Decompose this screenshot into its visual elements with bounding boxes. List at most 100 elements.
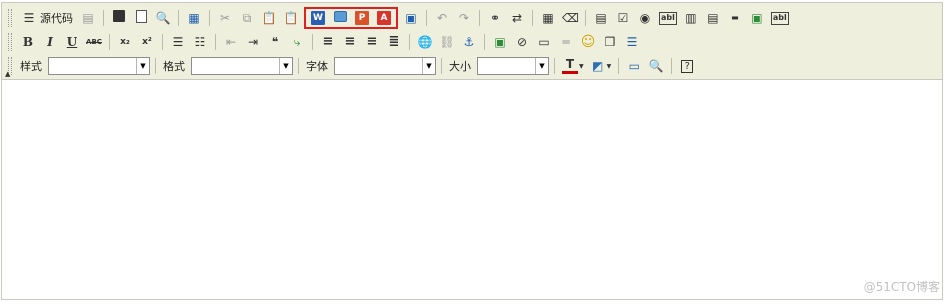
- save-button[interactable]: [109, 8, 129, 28]
- image-button-field-button[interactable]: ▣: [747, 8, 767, 28]
- italic-icon: I: [47, 35, 53, 49]
- anchor-button[interactable]: ⚓: [459, 32, 479, 52]
- underline-button[interactable]: U: [62, 32, 82, 52]
- eraser-icon: ⌫: [562, 11, 579, 25]
- import-word-button[interactable]: W: [308, 8, 328, 28]
- unlink-button[interactable]: ⛓: [437, 32, 457, 52]
- new-page-icon: [133, 10, 149, 26]
- subscript-button[interactable]: x₂: [115, 32, 135, 52]
- save-icon: [111, 10, 127, 26]
- justify-button[interactable]: ≣: [384, 32, 404, 52]
- hidden-field-icon: abl: [770, 11, 789, 25]
- cube-icon: ❒: [604, 35, 616, 49]
- text-field-button[interactable]: abl: [657, 8, 679, 28]
- numbered-list-button[interactable]: ☰: [168, 32, 188, 52]
- font-select[interactable]: ▼: [334, 57, 436, 75]
- import-ppt-button[interactable]: P: [352, 8, 372, 28]
- smiley-button[interactable]: ☺: [578, 32, 598, 52]
- image-button[interactable]: ▣: [490, 32, 510, 52]
- cut-button[interactable]: ✂: [215, 8, 235, 28]
- italic-button[interactable]: I: [40, 32, 60, 52]
- horizontal-rule-button[interactable]: ═: [556, 32, 576, 52]
- separator: [209, 10, 210, 26]
- anchor-icon: ⚓: [463, 35, 475, 49]
- templates-button[interactable]: ▦: [184, 8, 204, 28]
- paste-text-icon: 📋: [283, 11, 299, 25]
- maximize-button[interactable]: ▭: [624, 56, 644, 76]
- outdent-button[interactable]: ⇤: [221, 32, 241, 52]
- source-code-button[interactable]: ☰ 源代码: [18, 8, 76, 28]
- show-blocks-button[interactable]: 🔍: [646, 56, 666, 76]
- align-left-icon: ≡: [322, 34, 334, 49]
- hidden-field-button[interactable]: abl: [769, 8, 791, 28]
- checkbox-button[interactable]: ☑: [613, 8, 633, 28]
- undo-icon: ↶: [436, 11, 448, 25]
- quote-icon: ❝: [271, 35, 279, 49]
- toolbar-row-2: B I U ABC x₂ x² ☰ ☷ ⇤ ⇥ ❝ ⤷ ≡ ≡ ≡ ≣ 🌐 ⛓ …: [8, 31, 942, 53]
- bold-icon: B: [22, 35, 34, 49]
- select-field-button[interactable]: ▤: [703, 8, 723, 28]
- form-button[interactable]: ▤: [591, 8, 611, 28]
- div-container-button[interactable]: ⤷: [287, 32, 307, 52]
- collapse-toolbar-icon[interactable]: ▲: [5, 71, 11, 78]
- font-select-value: [335, 58, 422, 74]
- toolbar-row-3: 样式 ▼ 格式 ▼ 字体 ▼ 大小 ▼ T ▼ ◩ ▼ ▭ 🔍 ?: [8, 55, 942, 77]
- align-left-button[interactable]: ≡: [318, 32, 338, 52]
- new-page-button[interactable]: [131, 8, 151, 28]
- undo-button[interactable]: ↶: [432, 8, 452, 28]
- textarea-icon: ▥: [685, 11, 697, 25]
- format-select-value: [192, 58, 279, 74]
- replace-button[interactable]: ⇄: [507, 8, 527, 28]
- select-all-button[interactable]: ▦: [538, 8, 558, 28]
- background-color-button[interactable]: ◩ ▼: [588, 56, 614, 76]
- bulleted-list-button[interactable]: ☷: [190, 32, 210, 52]
- separator: [103, 10, 104, 26]
- separator: [162, 34, 163, 50]
- blockquote-button[interactable]: ❝: [265, 32, 285, 52]
- help-button[interactable]: ?: [677, 56, 697, 76]
- paste-button[interactable]: 📋: [259, 8, 279, 28]
- size-select[interactable]: ▼: [477, 57, 549, 75]
- form-icon: ▤: [595, 11, 607, 25]
- superscript-button[interactable]: x²: [137, 32, 157, 52]
- separator: [426, 10, 427, 26]
- button-field-button[interactable]: ▬: [725, 8, 745, 28]
- separator: [671, 58, 673, 74]
- textarea-button[interactable]: ▥: [681, 8, 701, 28]
- strikethrough-button[interactable]: ABC: [84, 32, 104, 52]
- button-field-icon: ▬: [731, 13, 739, 22]
- image-button-icon: ▣: [751, 11, 763, 25]
- document-icon: ▦: [188, 11, 200, 25]
- underline-icon: U: [66, 35, 78, 49]
- flash-button[interactable]: ⊘: [512, 32, 532, 52]
- redo-button[interactable]: ↷: [454, 8, 474, 28]
- editor-content-area[interactable]: [2, 80, 942, 299]
- align-right-button[interactable]: ≡: [362, 32, 382, 52]
- indent-button[interactable]: ⇥: [243, 32, 263, 52]
- style-select[interactable]: ▼: [48, 57, 150, 75]
- radio-button[interactable]: ◉: [635, 8, 655, 28]
- toolbar-grip[interactable]: [8, 33, 12, 51]
- link-button[interactable]: 🌐: [415, 32, 435, 52]
- remove-format-button[interactable]: ⌫: [560, 8, 580, 28]
- page-break-button[interactable]: ☰: [622, 32, 642, 52]
- find-button[interactable]: ⚭: [485, 8, 505, 28]
- format-select[interactable]: ▼: [191, 57, 293, 75]
- table-button[interactable]: ▭: [534, 32, 554, 52]
- bold-button[interactable]: B: [18, 32, 38, 52]
- import-image-button[interactable]: [330, 8, 350, 28]
- paste-text-button[interactable]: 📋: [281, 8, 301, 28]
- copy-button[interactable]: ⧉: [237, 8, 257, 28]
- unlink-icon: ⛓: [439, 35, 455, 49]
- text-color-button[interactable]: T ▼: [560, 56, 586, 76]
- toolbar-grip[interactable]: [8, 9, 12, 27]
- size-label: 大小: [449, 60, 471, 73]
- special-char-button[interactable]: ❒: [600, 32, 620, 52]
- show-blocks-icon: 🔍: [648, 59, 664, 73]
- align-center-button[interactable]: ≡: [340, 32, 360, 52]
- paste-from-word-button[interactable]: ▣: [401, 8, 421, 28]
- import-pdf-button[interactable]: A: [374, 8, 394, 28]
- horizontal-rule-icon: ═: [562, 35, 570, 49]
- paste-template-button[interactable]: ▤: [78, 8, 98, 28]
- preview-button[interactable]: 🔍: [153, 8, 173, 28]
